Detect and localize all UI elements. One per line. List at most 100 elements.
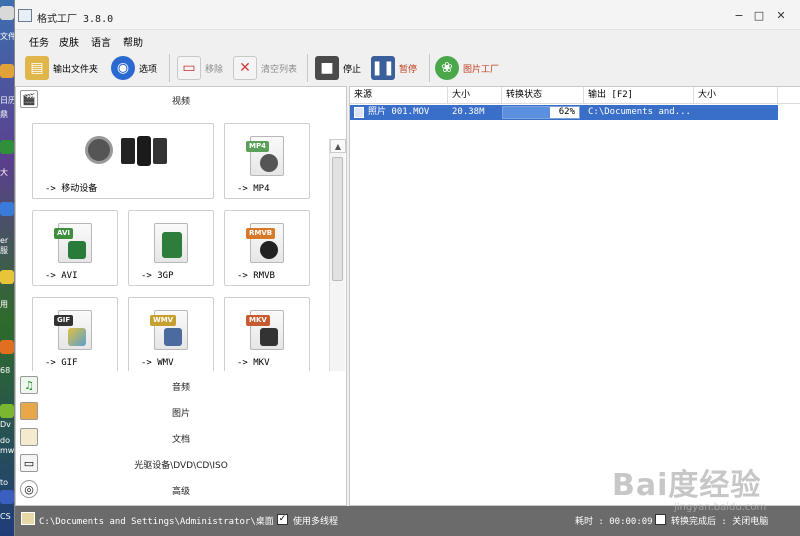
picture-factory-button[interactable]: ❀ 图片工厂 [435,53,499,83]
folder-icon[interactable] [21,512,35,525]
task-list[interactable]: 来源 大小 转换状态 输出 [F2] 大小 照片 001.MOV 20.38M … [349,86,800,506]
desktop-icon[interactable] [0,6,14,20]
table-row[interactable]: 照片 001.MOV 20.38M 62% C:\Documents and..… [350,105,778,120]
menu-bar: 任务 皮肤 语言 帮助 [15,30,800,50]
column-header-size[interactable]: 大小 [448,87,502,104]
stop-button[interactable]: ■ 停止 [315,53,361,83]
category-advanced-label: 高级 [171,487,190,497]
vertical-scrollbar[interactable]: ▲ ▼ [329,139,346,371]
maximize-button[interactable]: □ [749,9,769,23]
tile-mp4[interactable]: MP4 -> MP4 [224,123,310,199]
window-title: 格式工厂 3.8.0 [37,14,114,25]
tile-gif[interactable]: GIF -> GIF [32,297,118,371]
column-header-out-size[interactable]: 大小 [694,87,778,104]
output-path: C:\Documents and Settings\Administrator\… [39,517,274,527]
desktop-label: 日历 [0,96,14,105]
pause-button[interactable]: ❚❚ 暂停 [371,53,417,83]
cell-size: 20.38M [452,107,485,117]
film-strip-icon [260,328,278,346]
output-folder-label: 输出文件夹 [53,64,99,75]
wmv-file-icon: WMV [150,310,188,350]
scroll-up-arrow-icon[interactable]: ▲ [330,139,346,153]
pause-icon: ❚❚ [371,56,395,80]
file-tag: RMVB [246,228,276,239]
cell-out-size [698,105,776,120]
scroll-thumb[interactable] [332,157,343,281]
desktop-label: do [0,436,10,445]
category-rom-device[interactable]: ▭ 光驱设备\DVD\CD\ISO [16,451,346,477]
progress-bar: 62% [502,106,580,119]
film-reel-icon [260,154,278,172]
menu-skin[interactable]: 皮肤 [59,34,79,49]
column-header-output[interactable]: 输出 [F2] [584,87,694,104]
media-glyph [164,328,182,346]
minimize-button[interactable]: − [729,9,749,23]
tile-label: -> GIF [45,358,78,368]
close-button[interactable]: ✕ [771,9,791,23]
desktop-icon[interactable] [0,490,14,504]
tile-avi[interactable]: AVI -> AVI [32,210,118,286]
multithread-checkbox[interactable]: ✓ [277,514,288,525]
menu-help[interactable]: 帮助 [123,34,143,49]
options-icon: ◉ [111,56,135,80]
tile-mobile-device[interactable]: -> 移动设备 [32,123,214,199]
file-tag: GIF [54,315,74,326]
avi-file-icon: AVI [54,223,92,263]
stop-icon: ■ [315,56,339,80]
clear-list-icon: ✕ [233,56,257,80]
category-audio[interactable]: ♫ 音频 [16,373,346,399]
toolbar-separator [429,54,430,82]
picture-factory-icon: ❀ [435,56,459,80]
after-convert-checkbox[interactable] [655,514,666,525]
desktop-label: 服 [0,246,8,255]
desktop-label: to [0,478,9,487]
multithread-label: 使用多线程 [293,517,339,527]
category-picture[interactable]: 图片 [16,399,346,425]
image-glyph [68,328,86,346]
menu-task[interactable]: 任务 [29,34,49,49]
category-document[interactable]: 文档 [16,425,346,451]
category-rom-label: 光驱设备\DVD\CD\ISO [134,461,228,471]
desktop-icon[interactable] [0,202,14,216]
elapsed-time: 耗时 : 00:00:09 [575,517,653,527]
column-header-status[interactable]: 转换状态 [502,87,584,104]
column-header-source[interactable]: 来源 [350,87,448,104]
clear-list-button[interactable]: ✕ 清空列表 [233,53,297,83]
tile-3gp[interactable]: -> 3GP [128,210,214,286]
desktop-icon[interactable] [0,340,14,354]
phone-icon [137,136,151,166]
video-format-grid: -> 移动设备 MP4 -> MP4 AVI -> AVI -> 3GP RMV… [16,113,346,371]
desktop-icon[interactable] [0,140,14,154]
category-advanced[interactable]: ◎ 高级 [16,477,346,503]
cell-source: 照片 001.MOV [368,107,430,117]
film-strip-icon [68,241,86,259]
options-button[interactable]: ◉ 选项 [111,53,157,83]
file-tag: AVI [54,228,73,239]
phone-icon [121,138,135,164]
desktop-icon[interactable] [0,404,14,418]
title-bar[interactable]: 格式工厂 3.8.0 − □ ✕ [15,0,800,30]
desktop-label: er [0,236,9,245]
3gp-file-icon [154,223,188,263]
tile-rmvb[interactable]: RMVB -> RMVB [224,210,310,286]
category-document-label: 文档 [171,435,190,445]
file-tag: MP4 [246,141,269,152]
remove-button[interactable]: ▭ 移除 [177,53,223,83]
options-label: 选项 [139,64,158,75]
picture-factory-label: 图片工厂 [463,64,500,75]
category-video[interactable]: 🎬 视频 [16,87,346,113]
menu-language[interactable]: 语言 [91,34,111,49]
app-icon [18,9,32,22]
output-folder-button[interactable]: ▤ 输出文件夹 [25,53,98,83]
real-player-icon [260,241,278,259]
tile-label: -> AVI [45,271,78,281]
tile-mkv[interactable]: MKV -> MKV [224,297,310,371]
file-tag: WMV [150,315,177,326]
desktop-icon[interactable] [0,64,14,78]
desktop-label: 文件 [0,32,14,41]
clear-list-label: 清空列表 [261,64,298,75]
desktop-icon[interactable] [0,270,14,284]
desktop-label: 鼎 [0,110,8,119]
tile-wmv[interactable]: WMV -> WMV [128,297,214,371]
category-picture-label: 图片 [171,409,190,419]
